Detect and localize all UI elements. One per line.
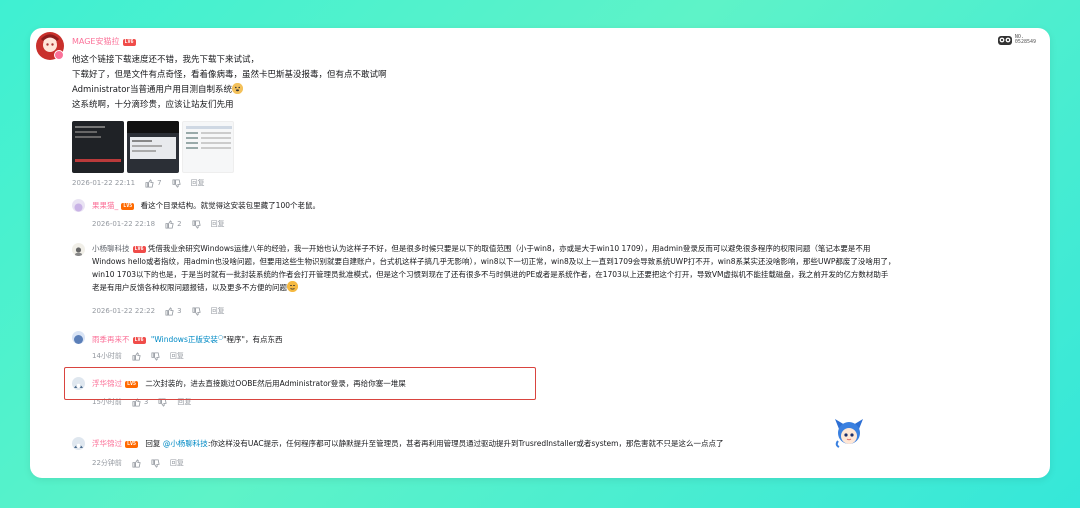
reply-username[interactable]: 果果猫_ (92, 201, 118, 210)
reply-text: win10 1703以下的也是，于是当时就有一批封装系统的作者会打开管理员批准模… (92, 270, 889, 279)
reply-username[interactable]: 雨季再来不 (92, 335, 130, 344)
reply-text: 看这个目录结构。就觉得这安装包里藏了100个老鼠。 (140, 201, 320, 210)
like-count: 2 (177, 220, 182, 228)
comment-card: NO. 0528549 MAGE安猫拉 LV6 他这个链接下载速度还不错，我先下载… (30, 28, 1050, 478)
comment-time: 22分钟前 (92, 459, 122, 467)
doge-emoji-icon (231, 83, 243, 94)
uid-number: 0528549 (1014, 39, 1036, 45)
comment-time: 2026-01-22 22:22 (92, 307, 156, 315)
level-badge: LV6 (132, 246, 146, 253)
dislike-button[interactable] (192, 219, 201, 229)
thumbs-up-icon (132, 458, 141, 468)
thumbs-down-icon (192, 219, 201, 229)
level-badge: LV5 (125, 441, 139, 448)
like-button[interactable]: 2 (165, 219, 182, 229)
thumbs-up-icon (145, 178, 154, 188)
image-thumbnail[interactable] (182, 121, 234, 173)
thumbs-up-icon (165, 306, 174, 316)
avatar[interactable] (72, 199, 85, 212)
like-button[interactable] (132, 458, 141, 468)
reply-text: :你这样没有UAC提示，任何程序都可以静默提升至管理员，甚者再利用管理员通过驱动… (207, 439, 724, 448)
reply-2-first-line: 小杨聊科技 LV6 凭借我业余研究Windows运维八年的经验，我一开始也认为这样… (92, 242, 1042, 255)
thumbs-up-icon (165, 219, 174, 229)
reply-button[interactable]: 回复 (191, 178, 205, 188)
reply-5-line: 浮华锦过 LV5 回复 @小杨聊科技:你这样没有UAC提示，任何程序都可以静默提升… (92, 437, 723, 450)
like-button[interactable]: 7 (145, 178, 162, 188)
reply-1-meta: 2026-01-22 22:18 2 回复 (92, 219, 225, 229)
reply-username[interactable]: 浮华锦过 (92, 439, 122, 448)
comment-line-text: Administrator当普通用户用目测自制系统 (72, 85, 232, 95)
dislike-button[interactable] (151, 351, 160, 361)
thumbs-down-icon (192, 306, 201, 316)
mention-link[interactable]: @小杨聊科技 (163, 439, 208, 448)
reply-text: Windows hello或者指纹，用admin也没啥问题，但要用这些生物识别就… (92, 257, 896, 266)
reply-2-body: 小杨聊科技 LV6 凭借我业余研究Windows运维八年的经验，我一开始也认为这样… (92, 242, 1042, 294)
verified-badge-icon (54, 50, 64, 60)
search-link[interactable]: "Windows正版安装 (151, 335, 218, 344)
uid-badge: NO. 0528549 (997, 34, 1036, 46)
reply-5-meta: 22分钟前 回复 (92, 458, 184, 468)
thumbs-down-icon (151, 351, 160, 361)
comment-line: 下载好了，但是文件有点奇怪，看着像病毒，虽然卡巴斯基没报毒，但有点不敢试啊 (72, 70, 387, 80)
like-button[interactable]: 3 (165, 306, 182, 316)
like-count: 7 (157, 179, 162, 187)
reply-text: "程序"，有点东西 (223, 335, 283, 344)
level-badge: LV6 (132, 337, 146, 344)
reply-text: 老是有用户反馈各种权限问题报错，以及更多不方便的问题 (92, 283, 287, 292)
reply-button[interactable]: 回复 (170, 458, 184, 468)
reply-button[interactable]: 回复 (211, 219, 225, 229)
reply-3-meta: 14小时前 回复 (92, 351, 184, 361)
thumbs-down-icon (151, 458, 160, 468)
level-badge: LV6 (122, 39, 136, 46)
image-thumbnail[interactable] (72, 121, 124, 173)
dislike-button[interactable] (151, 458, 160, 468)
reply-text: 凭借我业余研究Windows运维八年的经验，我一开始也认为这样子不好，但是很多时… (147, 244, 871, 253)
level-badge: LV5 (121, 203, 135, 210)
main-comment-body: 他这个链接下载速度还不错，我先下载下来试试， 下载好了，但是文件有点奇怪，看着像… (72, 53, 387, 113)
thumbs-up-icon (132, 351, 141, 361)
reply-3-line: 雨季再来不 LV6 "Windows正版安装○"程序"，有点东西 (92, 331, 283, 346)
main-comment-meta: 2026-01-22 22:11 7 回复 (72, 178, 205, 188)
comment-line: Administrator当普通用户用目测自制系统 (72, 83, 387, 98)
like-count: 3 (177, 307, 182, 315)
comment-time: 14小时前 (92, 352, 122, 360)
avatar[interactable] (72, 331, 85, 344)
comment-time: 2026-01-22 22:11 (72, 179, 136, 187)
dislike-button[interactable] (192, 306, 201, 316)
reply-button[interactable]: 回复 (211, 306, 225, 316)
comment-line: 这系统啊，十分滴珍贵，应该让站友们先用 (72, 100, 234, 110)
main-comment-username[interactable]: MAGE安猫拉 LV6 (72, 36, 136, 47)
reply-2-meta: 2026-01-22 22:22 3 回复 (92, 306, 225, 316)
thumbs-down-icon (172, 178, 181, 188)
avatar[interactable] (72, 243, 85, 256)
anime-sticker-icon (833, 417, 865, 449)
comment-line: 他这个链接下载速度还不错，我先下载下来试试， (72, 55, 260, 65)
username-text[interactable]: MAGE安猫拉 (72, 37, 120, 46)
like-button[interactable] (132, 351, 141, 361)
reply-last-line: 老是有用户反馈各种权限问题报错，以及更多不方便的问题 (92, 281, 1042, 294)
reply-1-line: 果果猫_ LV5 看这个目录结构。就觉得这安装包里藏了100个老鼠。 (92, 199, 320, 212)
owl-icon (997, 34, 1012, 46)
comment-time: 2026-01-22 22:18 (92, 220, 156, 228)
reply-button[interactable]: 回复 (170, 351, 184, 361)
emoji-icon (287, 281, 298, 292)
dislike-button[interactable] (172, 178, 181, 188)
highlight-box (64, 367, 536, 400)
image-thumbnail[interactable] (127, 121, 179, 173)
avatar[interactable] (72, 437, 85, 450)
reply-prefix: 回复 (145, 439, 161, 448)
reply-username[interactable]: 小杨聊科技 (92, 244, 130, 253)
